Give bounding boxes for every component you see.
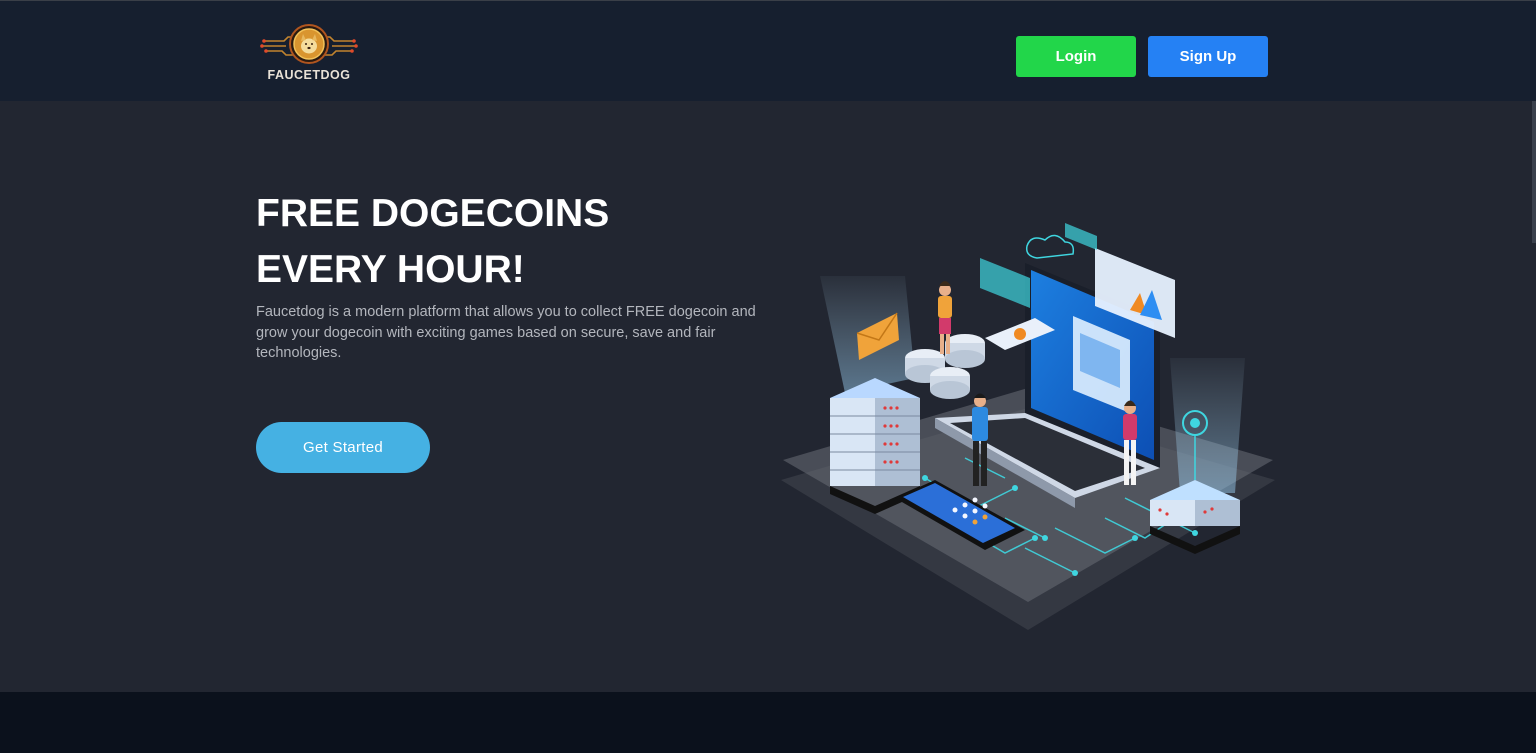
- hero-description: Faucetdog is a modern platform that allo…: [256, 304, 756, 361]
- get-started-button[interactable]: Get Started: [256, 422, 430, 473]
- scrollbar-thumb[interactable]: [1532, 101, 1536, 243]
- logo-text: FAUCETDOG: [267, 68, 351, 82]
- headline-line-1: FREE DOGECOINS: [256, 192, 610, 235]
- headline-line-2: EVERY HOUR!: [256, 248, 525, 291]
- signup-button[interactable]: Sign Up: [1148, 36, 1268, 77]
- site-header: FAUCETDOG Login Sign Up: [0, 1, 1536, 101]
- login-button[interactable]: Login: [1016, 36, 1136, 77]
- isometric-tech-illustration-icon: [781, 223, 1275, 630]
- site-logo[interactable]: FAUCETDOG: [256, 19, 362, 85]
- hero-headline: FREE DOGECOINS EVERY HOUR!: [256, 186, 756, 298]
- hero-illustration: [775, 218, 1285, 638]
- logo-emblem-icon: [260, 24, 358, 64]
- hero-section: [0, 101, 1536, 692]
